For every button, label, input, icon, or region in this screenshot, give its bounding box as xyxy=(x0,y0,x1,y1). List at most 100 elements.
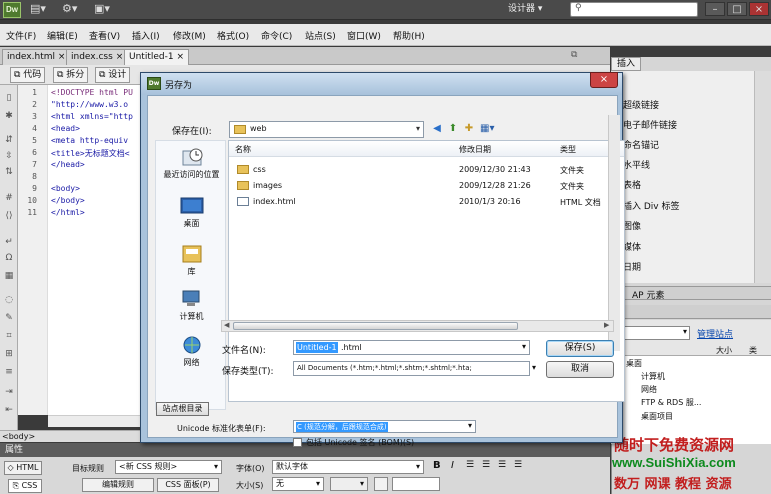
scroll-right-icon[interactable]: ▶ xyxy=(604,321,609,329)
search-input[interactable]: ⚲ xyxy=(570,2,698,17)
filename-input[interactable]: Untitled-1 .html ▾ xyxy=(293,340,530,355)
html-mode-button[interactable]: ◇ HTML xyxy=(4,461,42,475)
close-button[interactable]: × xyxy=(749,2,769,16)
menu-window[interactable]: 窗口(W) xyxy=(347,29,381,42)
chevron-down-icon[interactable]: ▾ xyxy=(532,363,536,372)
column-modified[interactable]: 修改日期 xyxy=(459,144,491,155)
view-menu-icon[interactable]: ▦▾ xyxy=(480,122,494,136)
close-icon[interactable]: × xyxy=(58,52,66,62)
design-view-button[interactable]: ⧉ 设计 xyxy=(95,67,131,83)
menu-insert[interactable]: 插入(I) xyxy=(132,29,160,42)
close-icon[interactable]: × xyxy=(116,52,124,62)
line-numbers-icon[interactable]: # xyxy=(4,193,14,203)
new-folder-icon[interactable]: ✚ xyxy=(462,122,476,136)
files-row-ftp[interactable]: FTP & RDS 服... xyxy=(641,397,701,408)
code-editor[interactable]: <!DOCTYPE html PU "http://www.w3.o <html… xyxy=(48,85,143,415)
workspace-switcher[interactable]: 设计器 ▾ xyxy=(508,2,562,17)
manage-sites-link[interactable]: 管理站点 xyxy=(697,327,733,340)
bom-checkbox[interactable] xyxy=(293,438,302,447)
layout-icon[interactable]: ▤▾ xyxy=(30,2,46,15)
insert-item[interactable]: 水平线 xyxy=(623,158,650,171)
word-wrap-icon[interactable]: ↵ xyxy=(4,237,14,247)
unicode-form-select[interactable]: C (规范分解，后跟规范合成) ▾ xyxy=(293,420,476,433)
indent-icon[interactable]: ⇥ xyxy=(4,387,14,397)
site-root-button[interactable]: 站点根目录 xyxy=(156,402,209,416)
highlight-invalid-icon[interactable]: ⟨⟩ xyxy=(4,211,14,221)
css-mode-button[interactable]: ⎘ CSS xyxy=(8,479,42,493)
insert-item[interactable]: 超级链接 xyxy=(623,98,659,111)
column-type[interactable]: 类 xyxy=(749,345,757,356)
font-select[interactable]: 默认字体 ▾ xyxy=(272,460,424,474)
insert-item[interactable]: 电子邮件链接 xyxy=(623,118,677,131)
code-horizontal-scrollbar[interactable] xyxy=(48,415,143,427)
menu-commands[interactable]: 命令(C) xyxy=(261,29,292,42)
menu-file[interactable]: 文件(F) xyxy=(6,29,36,42)
menu-view[interactable]: 查看(V) xyxy=(89,29,120,42)
minimize-button[interactable]: – xyxy=(705,2,725,16)
justify-icon[interactable]: ☰ xyxy=(514,460,522,470)
menu-modify[interactable]: 修改(M) xyxy=(173,29,206,42)
balance-braces-icon[interactable]: ⇅ xyxy=(4,167,14,177)
tab-insert[interactable]: 插入 xyxy=(611,57,641,71)
file-row-css[interactable]: css 2009/12/30 21:43 文件夹 xyxy=(233,163,613,178)
files-panel-header[interactable] xyxy=(611,305,771,319)
align-left-icon[interactable]: ☰ xyxy=(466,460,474,470)
open-documents-icon[interactable]: ▯ xyxy=(4,93,14,103)
files-row-desktop[interactable]: 桌面 xyxy=(626,358,642,369)
menu-help[interactable]: 帮助(H) xyxy=(393,29,425,42)
column-name[interactable]: 名称 xyxy=(235,144,251,155)
scrollbar-thumb[interactable] xyxy=(233,322,518,330)
place-computer[interactable]: 计算机 xyxy=(156,289,227,322)
dialog-title-bar[interactable]: Dw 另存为 × xyxy=(141,72,622,95)
dialog-close-button[interactable]: × xyxy=(590,72,618,88)
file-row-images[interactable]: images 2009/12/28 21:26 文件夹 xyxy=(233,179,613,194)
menu-site[interactable]: 站点(S) xyxy=(305,29,336,42)
properties-header[interactable]: 属性 xyxy=(0,443,610,457)
insert-item[interactable]: 插入 Div 标签 xyxy=(623,199,679,212)
place-desktop[interactable]: 桌面 xyxy=(156,196,227,229)
align-right-icon[interactable]: ☰ xyxy=(498,460,506,470)
code-view-button[interactable]: ⧉ 代码 xyxy=(10,67,46,83)
move-css-icon[interactable]: ≡ xyxy=(4,367,14,377)
insert-item[interactable]: 表格 xyxy=(623,178,641,191)
chevron-down-icon[interactable]: ▾ xyxy=(522,342,526,351)
align-center-icon[interactable]: ☰ xyxy=(482,460,490,470)
up-folder-icon[interactable]: ⬆ xyxy=(446,122,460,136)
file-row-index-html[interactable]: index.html 2010/1/3 20:16 HTML 文档 xyxy=(233,195,613,210)
insert-item[interactable]: 媒体 xyxy=(623,240,641,253)
select-parent-icon[interactable]: ⇳ xyxy=(4,151,14,161)
file-list-vertical-scrollbar[interactable] xyxy=(608,115,620,351)
insert-scrollbar[interactable] xyxy=(754,71,771,283)
insert-item[interactable]: 日期 xyxy=(623,260,641,273)
filetype-select[interactable]: All Documents (*.htm;*.html;*.shtm;*.sht… xyxy=(293,361,530,376)
ap-elements-tab[interactable]: AP 元素 xyxy=(611,286,771,301)
site-icon[interactable]: ▣▾ xyxy=(94,2,110,15)
target-rule-select[interactable]: <新 CSS 规则> ▾ xyxy=(115,460,222,474)
split-view-button[interactable]: ⧉ 拆分 xyxy=(53,67,89,83)
back-icon[interactable]: ◀ xyxy=(430,122,444,136)
gear-icon[interactable]: ⚙▾ xyxy=(62,2,77,15)
wrap-tag-icon[interactable]: ⌗ xyxy=(4,331,14,341)
color-picker-button[interactable] xyxy=(374,477,388,491)
menu-edit[interactable]: 编辑(E) xyxy=(47,29,78,42)
cancel-button[interactable]: 取消 xyxy=(546,361,614,378)
size-unit-select[interactable]: ▾ xyxy=(330,477,368,491)
color-field[interactable] xyxy=(392,477,440,491)
uncomment-icon[interactable]: ✎ xyxy=(4,313,14,323)
files-row-computer[interactable]: 计算机 xyxy=(641,371,665,382)
outdent-icon[interactable]: ⇤ xyxy=(4,405,14,415)
save-in-select[interactable]: web ▾ xyxy=(229,121,424,138)
bold-button[interactable]: B xyxy=(433,460,441,471)
recent-snippets-icon[interactable]: ⊞ xyxy=(4,349,14,359)
collapse-tag-icon[interactable]: ✱ xyxy=(4,111,14,121)
css-panel-button[interactable]: CSS 面板(P) xyxy=(157,478,219,492)
files-row-network[interactable]: 网络 xyxy=(641,384,657,395)
scroll-left-icon[interactable]: ◀ xyxy=(224,321,229,329)
size-select[interactable]: 无 ▾ xyxy=(272,477,324,491)
save-button[interactable]: 保存(S) xyxy=(546,340,614,357)
place-network[interactable]: 网络 xyxy=(156,335,227,368)
close-icon[interactable]: × xyxy=(176,52,184,62)
italic-button[interactable]: I xyxy=(451,460,454,471)
maximize-button[interactable]: □ xyxy=(727,2,747,16)
restore-icon[interactable]: ⧉ xyxy=(571,50,577,60)
